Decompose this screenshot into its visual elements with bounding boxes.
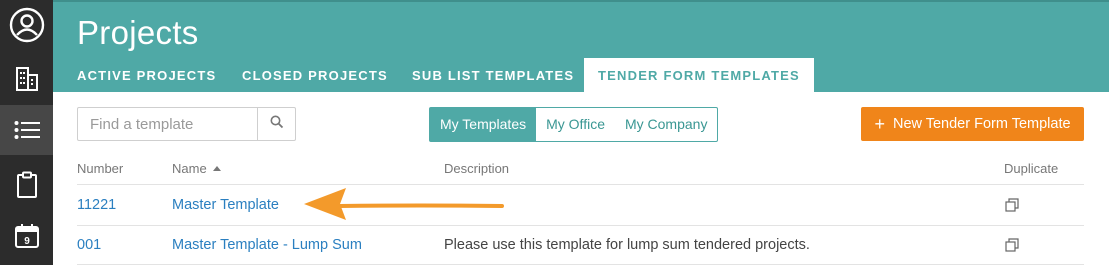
filter-my-company[interactable]: My Company [615,108,717,141]
duplicate-icon[interactable] [1005,238,1019,257]
calendar-badge: 9 [24,236,30,247]
tab-active-projects[interactable]: ACTIVE PROJECTS [77,58,216,94]
rail-item-projects[interactable] [0,105,53,155]
rail-item-profile[interactable] [0,0,53,50]
duplicate-icon[interactable] [1005,198,1019,217]
template-scope-filter: My Templates My Office My Company [429,107,719,142]
row-number-link[interactable]: 001 [77,237,101,253]
left-nav-rail: 9 [0,0,53,265]
tab-tender-form-templates[interactable]: TENDER FORM TEMPLATES [584,58,814,94]
user-circle-icon [9,7,45,43]
column-header-description: Description [444,161,510,176]
row-name-link[interactable]: Master Template - Lump Sum [172,237,362,253]
search-button[interactable] [258,108,295,140]
column-header-duplicate: Duplicate [1004,161,1059,176]
column-header-number[interactable]: Number [77,161,123,176]
tab-sub-list-templates[interactable]: SUB LIST TEMPLATES [412,58,574,94]
column-header-name[interactable]: Name [172,161,221,176]
new-tender-form-template-button[interactable]: + New Tender Form Template [861,107,1084,141]
template-search [77,107,296,141]
filter-my-office[interactable]: My Office [536,108,615,141]
row-name-link[interactable]: Master Template [172,197,279,213]
app-frame: 9 Projects ACTIVE PROJECTS CLOSED PROJEC… [0,0,1109,265]
rail-item-tasks[interactable] [0,160,53,210]
row-description: Please use this template for lump sum te… [444,237,810,253]
table-divider [77,184,1084,185]
clipboard-icon [16,171,38,199]
building-icon [15,66,39,92]
search-icon [270,115,284,134]
calendar-icon: 9 [14,223,40,249]
new-button-label: New Tender Form Template [892,116,1071,132]
sort-ascending-icon [212,166,221,171]
filter-my-templates[interactable]: My Templates [430,108,537,141]
search-input[interactable] [78,108,258,140]
column-header-name-label: Name [172,161,207,176]
page-title: Projects [77,14,199,51]
row-number-link[interactable]: 11221 [77,197,116,213]
rail-item-companies[interactable] [0,54,53,104]
page-header: Projects ACTIVE PROJECTS CLOSED PROJECTS… [53,0,1109,94]
list-icon [14,120,40,140]
table-divider [77,225,1084,226]
rail-item-calendar[interactable]: 9 [0,211,53,261]
plus-icon: + [874,114,885,134]
annotation-arrow-icon [300,182,506,231]
tab-closed-projects[interactable]: CLOSED PROJECTS [242,58,388,94]
